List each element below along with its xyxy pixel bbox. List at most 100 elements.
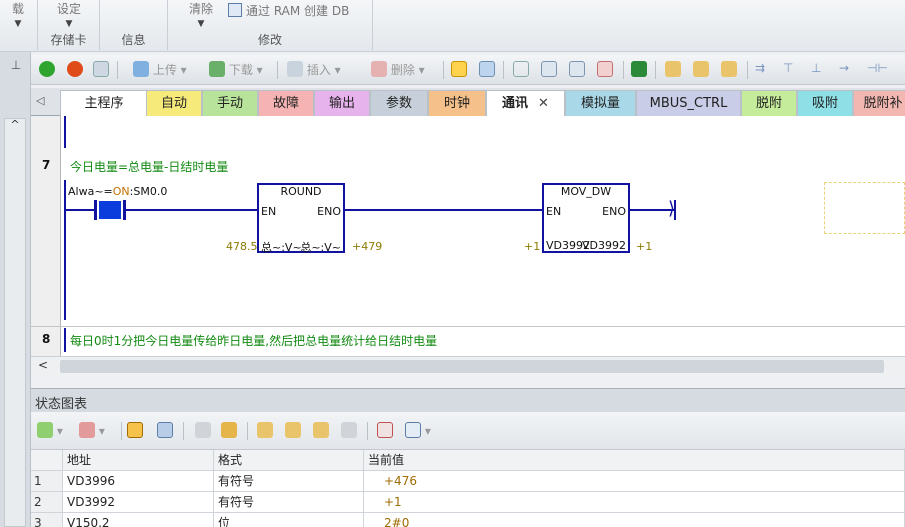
contact-icon: ⊣⊢ bbox=[867, 61, 888, 75]
clear-button[interactable]: 清除 ▼ bbox=[176, 0, 226, 29]
delete-row-button[interactable]: ▾ bbox=[79, 422, 105, 440]
scrollbar-thumb[interactable] bbox=[60, 360, 884, 373]
ladder-editor[interactable] bbox=[31, 116, 905, 356]
add-row-button[interactable]: ▾ bbox=[37, 422, 63, 440]
contact-state: ON bbox=[112, 185, 130, 198]
edit-button[interactable] bbox=[221, 422, 237, 440]
tab-0[interactable]: 主程序 bbox=[60, 90, 148, 116]
tab-11[interactable]: 吸附 bbox=[797, 90, 853, 116]
tab-2[interactable]: 手动 bbox=[202, 90, 258, 116]
format-cell[interactable]: 有符号 bbox=[214, 492, 364, 513]
value-cell[interactable]: 2#0 bbox=[364, 513, 905, 527]
round-out-operand: 总~:V~ bbox=[300, 241, 341, 254]
contact-energized[interactable] bbox=[99, 201, 121, 219]
tab-6[interactable]: 时钟 bbox=[428, 90, 486, 116]
address-cell[interactable]: VD3992 bbox=[63, 492, 214, 513]
tab-10[interactable]: 脱附 bbox=[741, 90, 797, 116]
tab-8[interactable]: 模拟量 bbox=[565, 90, 636, 116]
force-read-button[interactable] bbox=[341, 422, 357, 440]
settings-button[interactable]: 设定 ▼ bbox=[38, 0, 100, 29]
trend-button[interactable] bbox=[377, 422, 393, 440]
play-icon bbox=[39, 61, 55, 77]
mov-eno-pin: ENO bbox=[602, 205, 626, 218]
run-button[interactable] bbox=[39, 61, 55, 79]
chart-status-button[interactable] bbox=[127, 422, 143, 440]
load-button[interactable]: 载 ▼ bbox=[0, 0, 36, 29]
pause-button[interactable] bbox=[157, 422, 173, 440]
compile-button[interactable] bbox=[93, 61, 109, 79]
stop-icon bbox=[67, 61, 83, 77]
bookmark-icon bbox=[513, 61, 529, 77]
force-unlock-button[interactable] bbox=[285, 422, 301, 440]
branch-button[interactable]: ⇉ bbox=[755, 61, 765, 79]
force-lock-button[interactable] bbox=[257, 422, 273, 440]
value-cell[interactable]: +1 bbox=[364, 492, 905, 513]
settings-button-label: 设定 bbox=[56, 2, 81, 16]
tab-5[interactable]: 参数 bbox=[370, 90, 428, 116]
line-down-button[interactable]: ⊤ bbox=[783, 61, 793, 79]
bookmark-prev-button[interactable] bbox=[541, 61, 557, 79]
line-up-icon: ⊥ bbox=[811, 61, 822, 75]
mov-dw-block[interactable]: MOV_DW EN ENO VD3992 VD3992 bbox=[542, 183, 630, 253]
chevron-up-icon[interactable]: ^ bbox=[6, 118, 24, 134]
chevron-down-icon: ▼ bbox=[65, 19, 73, 29]
lock-icon bbox=[257, 422, 273, 438]
insert-button[interactable]: 插入 ▾ bbox=[287, 61, 341, 79]
tab-label: MBUS_CTRL bbox=[649, 96, 728, 111]
goto-button[interactable] bbox=[631, 61, 647, 79]
value-cell[interactable]: +476 bbox=[364, 471, 905, 492]
write-button[interactable] bbox=[195, 422, 211, 440]
delete-label: 删除 bbox=[390, 63, 415, 77]
scroll-left-icon[interactable]: < bbox=[38, 358, 48, 372]
line-up-button[interactable]: ⊥ bbox=[811, 61, 821, 79]
network-view-alt-button[interactable] bbox=[479, 61, 495, 79]
network-number: 7 bbox=[42, 158, 51, 172]
upload-button[interactable]: 上传 ▾ bbox=[133, 61, 187, 79]
lock-add-icon bbox=[313, 422, 329, 438]
bookmark-remove-button[interactable] bbox=[597, 61, 613, 79]
force-add-button[interactable] bbox=[313, 422, 329, 440]
tab-1[interactable]: 自动 bbox=[146, 90, 202, 116]
download-button[interactable]: 下载 ▾ bbox=[209, 61, 263, 79]
pin-icon[interactable]: ⊥ bbox=[6, 58, 26, 74]
unlock-icon bbox=[693, 61, 709, 77]
bookmark-next-button[interactable] bbox=[569, 61, 585, 79]
tab-scroll-left-icon[interactable]: ◁ bbox=[36, 94, 44, 107]
contact-left-bar bbox=[94, 200, 97, 220]
insert-label: 插入 bbox=[306, 63, 331, 77]
download-arrow-icon bbox=[209, 61, 225, 77]
tab-label: 主程序 bbox=[84, 96, 124, 111]
network-alt-icon bbox=[479, 61, 495, 77]
tab-label: 脱附补 bbox=[863, 96, 903, 111]
format-cell[interactable]: 有符号 bbox=[214, 471, 364, 492]
line-right-button[interactable]: → bbox=[839, 61, 849, 79]
address-cell[interactable]: VD3996 bbox=[63, 471, 214, 492]
contact-button[interactable]: ⊣⊢ bbox=[867, 61, 888, 79]
insert-placeholder-box[interactable] bbox=[824, 182, 905, 234]
contact-symbol: Alwa~= bbox=[68, 185, 113, 198]
network-view-button[interactable] bbox=[451, 61, 467, 79]
address-cell[interactable]: V150.2 bbox=[63, 513, 214, 527]
toolbar-separator bbox=[623, 61, 624, 79]
lock-icon bbox=[665, 61, 681, 77]
unlock-button[interactable] bbox=[693, 61, 709, 79]
create-db-from-ram-button[interactable]: 通过 RAM 创建 DB bbox=[228, 2, 349, 19]
branch-icon: ⇉ bbox=[755, 61, 766, 75]
round-block[interactable]: ROUND EN ENO 总~:V~ 总~:V~ bbox=[257, 183, 345, 254]
stop-button[interactable] bbox=[67, 61, 83, 79]
tab-12[interactable]: 脱附补 bbox=[853, 90, 905, 116]
tag-button[interactable]: ▾ bbox=[405, 422, 431, 440]
header-row-number bbox=[31, 450, 63, 471]
tab-7[interactable]: 通讯 ✕ bbox=[486, 90, 565, 116]
format-cell[interactable]: 位 bbox=[214, 513, 364, 527]
lock-add-button[interactable] bbox=[721, 61, 737, 79]
tab-9[interactable]: MBUS_CTRL bbox=[636, 90, 741, 116]
lock-button[interactable] bbox=[665, 61, 681, 79]
close-icon[interactable]: ✕ bbox=[538, 96, 549, 111]
load-button-label: 载 bbox=[11, 2, 24, 16]
line-down-icon: ⊤ bbox=[783, 61, 794, 75]
tab-3[interactable]: 故障 bbox=[258, 90, 314, 116]
bookmark-button[interactable] bbox=[513, 61, 529, 79]
tab-4[interactable]: 输出 bbox=[314, 90, 370, 116]
delete-button[interactable]: 删除 ▾ bbox=[371, 61, 425, 79]
